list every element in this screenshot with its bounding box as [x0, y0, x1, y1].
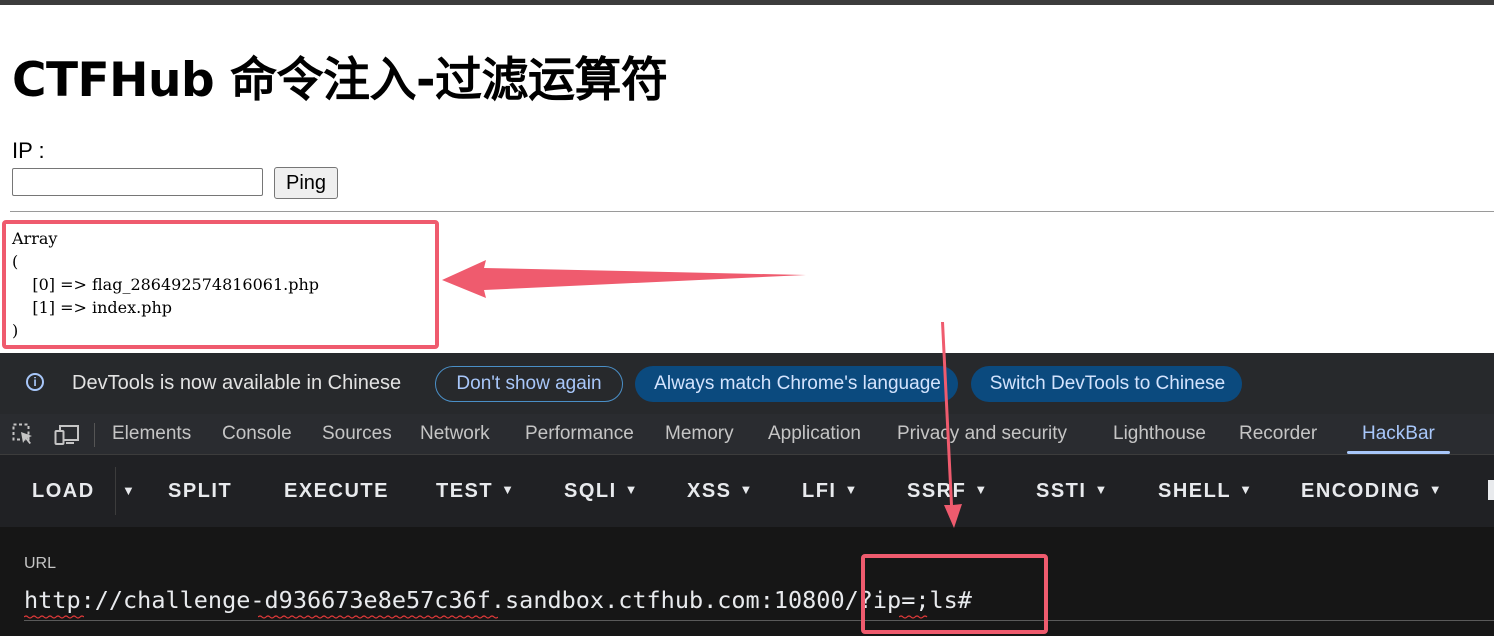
tab-separator: [94, 423, 95, 447]
ssrf-menu-button[interactable]: SSRF ▼: [907, 480, 989, 503]
xss-menu-button[interactable]: XSS ▼: [687, 480, 754, 503]
tab-performance[interactable]: Performance: [525, 423, 634, 445]
dropdown-caret-icon: ▼: [624, 482, 640, 497]
load-button[interactable]: LOAD: [32, 480, 95, 503]
annotation-box-url: [861, 554, 1048, 634]
tab-privacy-security[interactable]: Privacy and security: [897, 423, 1067, 445]
execute-button[interactable]: EXECUTE: [284, 480, 389, 503]
shell-label: SHELL: [1158, 480, 1232, 502]
test-label: TEST: [436, 480, 494, 502]
dropdown-caret-icon: ▼: [1428, 482, 1444, 497]
page-title: CTFHub 命令注入-过滤运算符: [12, 53, 668, 108]
tab-recorder[interactable]: Recorder: [1239, 423, 1317, 445]
tab-application[interactable]: Application: [768, 423, 861, 445]
overflow-button-edge[interactable]: [1488, 480, 1494, 500]
tab-memory[interactable]: Memory: [665, 423, 734, 445]
test-menu-button[interactable]: TEST ▼: [436, 480, 516, 503]
url-input[interactable]: http://challenge-d936673e8e57c36f.sandbo…: [24, 586, 972, 614]
dropdown-caret-icon[interactable]: ▼: [122, 483, 135, 498]
sqli-menu-button[interactable]: SQLI ▼: [564, 480, 639, 503]
ssti-menu-button[interactable]: SSTI ▼: [1036, 480, 1109, 503]
dropdown-caret-icon: ▼: [1239, 482, 1254, 497]
hackbar-url-panel: URL http://challenge-d936673e8e57c36f.sa…: [0, 527, 1494, 636]
active-tab-indicator: [1347, 451, 1450, 454]
tab-elements[interactable]: Elements: [112, 423, 191, 445]
tab-lighthouse[interactable]: Lighthouse: [1113, 423, 1206, 445]
lfi-label: LFI: [802, 480, 837, 502]
info-icon: i: [26, 373, 44, 391]
ip-label: IP :: [12, 138, 45, 163]
dropdown-caret-icon: ▼: [1094, 482, 1109, 497]
banner-message: DevTools is now available in Chinese: [72, 372, 402, 394]
sqli-label: SQLI: [564, 480, 617, 502]
tab-console[interactable]: Console: [222, 423, 292, 445]
ssrf-label: SSRF: [907, 480, 967, 502]
dropdown-caret-icon: ▼: [844, 482, 859, 497]
annotation-box-output: [2, 220, 439, 349]
device-toolbar-icon[interactable]: [54, 424, 80, 446]
tab-network[interactable]: Network: [420, 423, 490, 445]
load-label: LOAD: [32, 480, 95, 502]
split-label: SPLIT: [168, 480, 233, 502]
ip-input[interactable]: [12, 168, 263, 196]
lfi-menu-button[interactable]: LFI ▼: [802, 480, 859, 503]
url-field-underline: [24, 620, 1494, 621]
encoding-label: ENCODING: [1301, 480, 1421, 502]
url-label: URL: [24, 555, 57, 572]
ping-button[interactable]: Ping: [274, 167, 338, 199]
tab-sources[interactable]: Sources: [322, 423, 392, 445]
encoding-menu-button[interactable]: ENCODING ▼: [1301, 480, 1443, 503]
devtools-tab-bar: Elements Console Sources Network Perform…: [0, 414, 1494, 455]
spellcheck-squiggle: [24, 615, 84, 619]
divider: [10, 211, 1494, 212]
execute-label: EXECUTE: [284, 480, 389, 502]
switch-devtools-chinese-button[interactable]: Switch DevTools to Chinese: [971, 366, 1242, 402]
dont-show-again-button[interactable]: Don't show again: [435, 366, 623, 402]
dropdown-caret-icon: ▼: [974, 482, 989, 497]
element-picker-icon[interactable]: [12, 423, 34, 445]
always-match-language-button[interactable]: Always match Chrome's language: [635, 366, 958, 402]
spellcheck-squiggle: [258, 615, 498, 619]
ssti-label: SSTI: [1036, 480, 1087, 502]
shell-menu-button[interactable]: SHELL ▼: [1158, 480, 1253, 503]
xss-label: XSS: [687, 480, 732, 502]
dropdown-caret-icon: ▼: [501, 482, 516, 497]
tab-hackbar[interactable]: HackBar: [1362, 423, 1435, 445]
dropdown-caret-icon: ▼: [739, 482, 754, 497]
split-button[interactable]: SPLIT: [168, 480, 232, 503]
toolbar-separator: [115, 467, 116, 515]
devtools-language-banner: i DevTools is now available in Chinese D…: [0, 353, 1494, 414]
hackbar-toolbar: LOAD ▼ SPLIT EXECUTE TEST ▼ SQLI ▼ XSS ▼ LF…: [0, 455, 1494, 527]
